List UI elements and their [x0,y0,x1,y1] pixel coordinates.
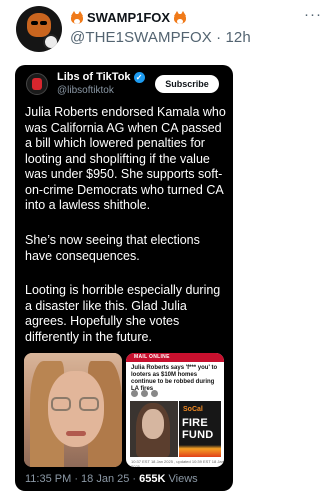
ad-fire: FIRE [182,417,208,429]
embed-paragraph-1: Julia Roberts endorsed Kamala who was Ca… [25,105,226,212]
article-timestamp: 10:37 EST 18 Jan 2025 , updated 10:39 ES… [131,459,224,467]
embed-paragraph-2: She’s now seeing that elections have con… [25,233,200,263]
user-handle[interactable]: @THE1SWAMPFOX [70,29,212,46]
embed-account-name: Libs of TikTok [57,71,131,83]
video-thumbnail [24,353,122,467]
post-age[interactable]: 12h [225,29,250,46]
embed-avatar [26,73,48,95]
ad-socal: SoCal [183,406,203,413]
display-name[interactable]: SWAMP1FOX [87,10,170,25]
tweet: SWAMP1FOX @THE1SWAMPFOX · 12h ··· Libs o… [0,0,334,500]
embed-timestamp: 11:35 PM · 18 Jan 25 · [25,473,140,485]
embed-paragraph-3: Looting is horrible especially during a … [25,283,221,344]
article-thumbnail: MAIL ONLINE Julia Roberts says 'f*** you… [126,353,224,467]
subscribe-button: Subscribe [155,75,219,93]
embed-account-row: Libs of TikTok ✓ [57,71,145,83]
embed-header: Libs of TikTok ✓ @libsoftiktok Subscribe [15,65,233,101]
share-icons [131,390,158,397]
verified-badge-icon: ✓ [133,71,145,83]
article-masthead-text: MAIL ONLINE [134,354,170,360]
embed-views-count: 655K [139,473,166,485]
fox-emoji-icon [173,10,187,24]
more-options-icon[interactable]: ··· [304,6,322,23]
article-headline: Julia Roberts says 'f*** you' to looters… [131,365,218,392]
avatar-badge-icon [43,34,59,50]
article-masthead: MAIL ONLINE [126,353,224,362]
embedded-screenshot[interactable]: Libs of TikTok ✓ @libsoftiktok Subscribe… [15,65,233,491]
fox-emoji-icon [70,10,84,24]
name-row[interactable]: SWAMP1FOX [70,8,324,26]
ad-fund: FUND [182,429,214,441]
separator: · [211,29,226,46]
avatar[interactable] [16,6,62,52]
embed-account-handle: @libsoftiktok [57,85,114,96]
embed-views-label: Views [165,473,198,485]
fire-fund-ad: SoCal FIRE FUND [179,401,221,457]
article-photo [130,401,178,457]
flames-graphic [179,445,221,457]
handle-row: @THE1SWAMPFOX · 12h [70,29,324,46]
embed-meta: 11:35 PM · 18 Jan 25 · 655K Views [25,473,198,485]
tweet-header: SWAMP1FOX @THE1SWAMPFOX · 12h [70,8,324,48]
